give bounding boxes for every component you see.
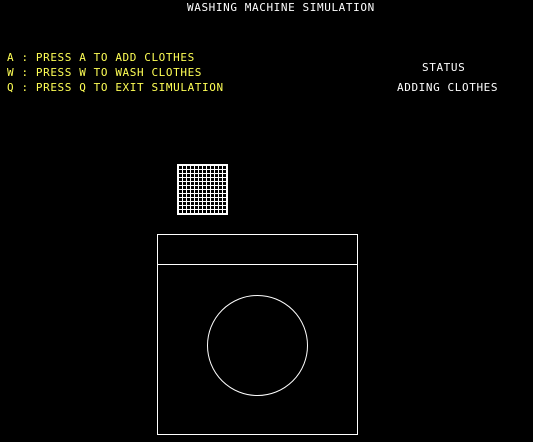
add-clothes-instruction: A : PRESS A TO ADD CLOTHES — [7, 51, 195, 64]
wash-clothes-instruction: W : PRESS W TO WASH CLOTHES — [7, 66, 203, 79]
exit-simulation-instruction: Q : PRESS Q TO EXIT SIMULATION — [7, 81, 224, 94]
app-title: WASHING MACHINE SIMULATION — [187, 1, 375, 14]
status-value: ADDING CLOTHES — [397, 81, 499, 94]
control-panel-divider — [158, 264, 357, 265]
clothes-bundle-icon — [177, 164, 228, 215]
washing-machine — [157, 234, 358, 435]
status-label: STATUS — [422, 61, 466, 74]
machine-door-icon — [207, 295, 308, 396]
